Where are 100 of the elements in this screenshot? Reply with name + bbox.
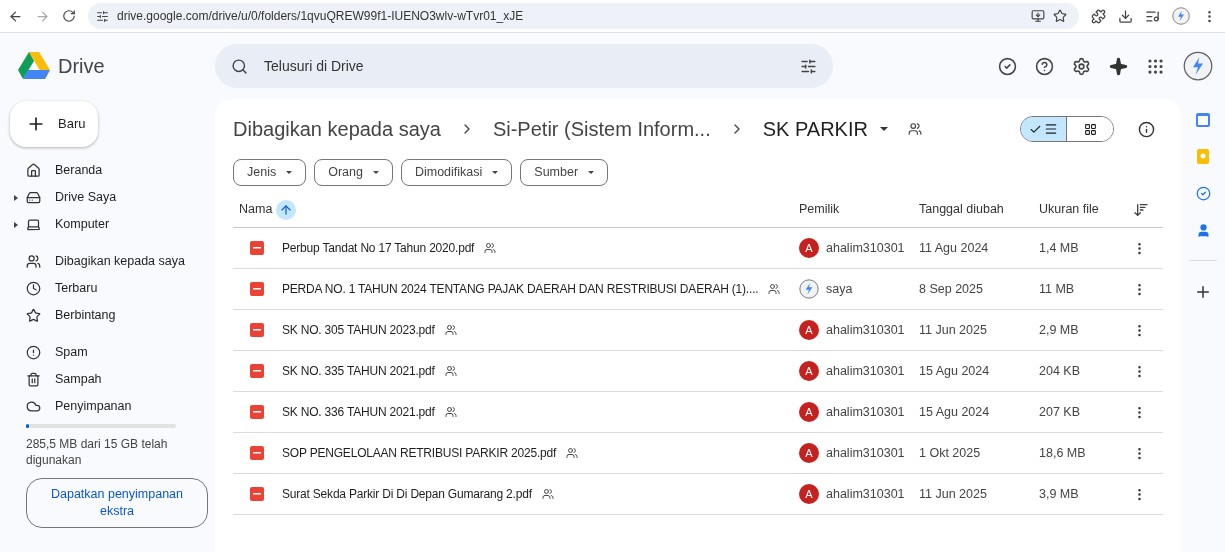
sidebar-item[interactable]: Spam	[10, 339, 207, 366]
drive-logo-icon	[18, 52, 50, 80]
file-size: 2,9 MB	[1039, 321, 1080, 339]
owner-name: ahalim310301	[826, 444, 905, 462]
list-view-button[interactable]	[1021, 117, 1067, 141]
file-name: PERDA NO. 1 TAHUN 2024 TENTANG PAJAK DAERAH DAN RESTRIBUSI DAERAH (1)....	[282, 281, 759, 298]
owner-avatar: A	[799, 320, 819, 340]
help-icon[interactable]	[1035, 56, 1054, 76]
app-name: Drive	[58, 54, 105, 79]
new-button[interactable]: Baru	[10, 101, 98, 147]
sort-ascending-icon[interactable]	[276, 199, 297, 220]
account-avatar[interactable]	[1183, 51, 1213, 81]
star-icon	[26, 308, 41, 323]
shared-folder-icon	[907, 122, 922, 136]
tasks-icon[interactable]	[1195, 186, 1211, 201]
media-icon[interactable]	[1145, 8, 1160, 24]
file-row[interactable]: SK NO. 336 TAHUN 2021.pdf A ahalim310301 15 Agu 2024 207 KB	[233, 392, 1163, 433]
alert-icon	[26, 345, 41, 360]
modified-date: 15 Agu 2024	[919, 403, 991, 421]
url-text: drive.google.com/drive/u/0/folders/1qvuQREW99f1-IUENO3wlv-wTvr01_xJE	[117, 8, 525, 25]
file-name: Surat Sekda Parkir Di Di Depan Gumarang 2.pdf	[282, 486, 532, 503]
settings-icon[interactable]	[1072, 56, 1091, 76]
contacts-icon[interactable]	[1195, 223, 1211, 238]
expand-caret-icon[interactable]	[14, 221, 18, 228]
address-bar[interactable]: drive.google.com/drive/u/0/folders/1qvuQREW99f1-IUENO3wlv-wTvr01_xJE	[88, 3, 1079, 29]
sidebar-item[interactable]: Berbintang	[10, 302, 207, 329]
reload-icon[interactable]	[62, 9, 76, 23]
file-row[interactable]: PERDA NO. 1 TAHUN 2024 TENTANG PAJAK DAERAH DAN RESTRIBUSI DAERAH (1).... saya 8 Sep 2025 11 MB	[233, 269, 1163, 310]
sidebar-item[interactable]: Dibagikan kepada saya	[10, 248, 207, 275]
search-field[interactable]: Telusuri di Drive	[215, 44, 833, 88]
drive-icon	[26, 190, 41, 205]
offline-status-icon[interactable]	[998, 56, 1017, 76]
sparkle-icon[interactable]	[1109, 56, 1128, 76]
expand-caret-icon[interactable]	[14, 194, 18, 201]
people-icon	[26, 254, 41, 269]
owner-name: saya	[826, 280, 853, 298]
back-icon[interactable]	[8, 8, 23, 24]
file-row[interactable]: Surat Sekda Parkir Di Di Depan Gumarang 2.pdf A ahalim310301 11 Jun 2025 3,9 MB	[233, 474, 1163, 515]
filter-chip[interactable]: Sumber	[520, 159, 609, 186]
file-name: SOP PENGELOLAAN RETRIBUSI PARKIR 2025.pdf	[282, 445, 557, 462]
get-storage-button[interactable]: Dapatkan penyimpanan ekstra	[26, 478, 208, 528]
install-icon[interactable]	[1031, 9, 1045, 23]
column-header[interactable]: Nama	[239, 200, 273, 219]
list-icon	[1044, 122, 1058, 136]
breadcrumb-link[interactable]: Dibagikan kepada saya	[233, 114, 441, 144]
file-row[interactable]: SK NO. 305 TAHUN 2023.pdf A ahalim310301 11 Jun 2025 2,9 MB	[233, 310, 1163, 351]
file-row[interactable]: SK NO. 335 TAHUN 2021.pdf A ahalim310301 15 Agu 2024 204 KB	[233, 351, 1163, 392]
sidebar-item[interactable]: Sampah	[10, 366, 207, 393]
shared-icon	[444, 406, 457, 418]
search-icon	[231, 57, 248, 75]
sidebar-item[interactable]: Komputer	[10, 211, 207, 238]
shared-icon	[444, 324, 457, 336]
file-size: 18,6 MB	[1039, 444, 1087, 462]
sidebar-item[interactable]: Penyimpanan	[10, 393, 207, 420]
column-header[interactable]: Ukuran file	[1039, 200, 1129, 219]
extensions-icon[interactable]	[1091, 8, 1106, 24]
search-placeholder: Telusuri di Drive	[264, 56, 365, 76]
file-name: SK NO. 335 TAHUN 2021.pdf	[282, 363, 435, 380]
file-size: 207 KB	[1039, 403, 1081, 421]
clock-icon	[26, 281, 41, 296]
file-name: Perbup Tandat No 17 Tahun 2020.pdf	[282, 240, 475, 257]
profile-avatar[interactable]	[1172, 7, 1190, 25]
sidebar-item[interactable]: Terbaru	[10, 275, 207, 302]
column-header[interactable]: Tanggal diubah	[919, 200, 1039, 219]
modified-date: 11 Jun 2025	[919, 485, 988, 503]
file-row[interactable]: Perbup Tandat No 17 Tahun 2020.pdf A ahalim310301 11 Agu 2024 1,4 MB	[233, 228, 1163, 269]
modified-date: 8 Sep 2025	[919, 280, 984, 298]
filter-chip[interactable]: Orang	[314, 159, 393, 186]
calendar-icon[interactable]	[1196, 113, 1210, 127]
shared-icon	[566, 447, 579, 459]
sidebar-item[interactable]: Drive Saya	[10, 184, 207, 211]
shared-icon	[541, 488, 554, 500]
file-size: 11 MB	[1039, 280, 1076, 298]
info-icon[interactable]	[1138, 120, 1155, 138]
sort-options-icon[interactable]	[1133, 201, 1149, 218]
owner-avatar[interactable]	[799, 279, 819, 299]
caret-icon[interactable]	[879, 127, 888, 131]
laptop-icon	[26, 217, 41, 232]
breadcrumb-link[interactable]: Si-Petir (Sistem Inform...	[492, 114, 711, 144]
storage-text: 285,5 MB dari 15 GB telah digunakan	[26, 436, 169, 468]
file-name: SK NO. 305 TAHUN 2023.pdf	[282, 322, 435, 339]
site-info-icon[interactable]	[96, 9, 109, 23]
home-icon	[26, 163, 41, 178]
search-options-icon[interactable]	[800, 57, 817, 75]
owner-avatar: A	[799, 484, 819, 504]
filter-chip[interactable]: Jenis	[233, 159, 307, 186]
column-header[interactable]: Pemilik	[799, 200, 919, 219]
download-icon[interactable]	[1118, 8, 1133, 24]
owner-avatar: A	[799, 402, 819, 422]
file-name: SK NO. 336 TAHUN 2021.pdf	[282, 404, 435, 421]
shared-icon	[484, 242, 497, 254]
folder-title[interactable]: SK PARKIR	[762, 114, 868, 144]
file-row[interactable]: SOP PENGELOLAAN RETRIBUSI PARKIR 2025.pdf A ahalim310301 1 Okt 2025 18,6 MB	[233, 433, 1163, 474]
file-size: 1,4 MB	[1039, 239, 1080, 257]
sidebar-item[interactable]: Beranda	[10, 157, 207, 184]
apps-icon[interactable]	[1146, 56, 1165, 76]
filter-chip[interactable]: Dimodifikasi	[400, 159, 513, 186]
add-app-icon[interactable]	[1194, 283, 1212, 301]
owner-name: ahalim310301	[826, 362, 905, 380]
bookmark-icon[interactable]	[1053, 9, 1067, 23]
